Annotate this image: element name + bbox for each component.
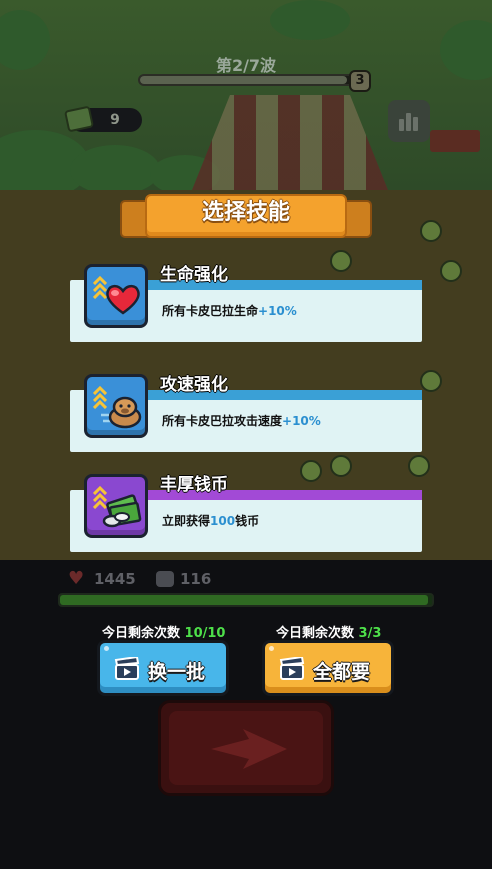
skill-name: 生命强化 bbox=[160, 265, 228, 285]
skill-name: 攻速强化 bbox=[160, 375, 228, 395]
desc-highlight: 100 bbox=[210, 514, 236, 528]
heart-icon: ♥ bbox=[68, 568, 85, 589]
attack-button bbox=[158, 700, 334, 796]
slash-icon bbox=[211, 729, 287, 769]
refresh-button[interactable]: 换一批 bbox=[97, 640, 229, 696]
skill-card-money[interactable]: 丰厚钱币 立即获得100钱币 bbox=[70, 474, 422, 552]
remaining-count: 3/3 bbox=[358, 626, 382, 641]
take-all-button[interactable]: 全都要 bbox=[262, 640, 394, 696]
desc-text: 所有卡皮巴拉生命 bbox=[162, 304, 259, 318]
skill-icon-tile bbox=[84, 264, 148, 328]
hp-value: 1445 bbox=[94, 570, 136, 588]
bar-chart-icon bbox=[406, 113, 411, 131]
stats-button[interactable] bbox=[388, 100, 430, 142]
zombie-enemy bbox=[408, 455, 430, 477]
remaining-count: 10/10 bbox=[184, 626, 226, 641]
money-count: 9 bbox=[110, 112, 120, 128]
hp-bar-fill bbox=[60, 595, 429, 605]
zombie-enemy bbox=[440, 260, 462, 282]
take-all-remaining-label: 今日剩余次数 3/3 bbox=[276, 622, 381, 641]
skill-icon-tile bbox=[84, 474, 148, 538]
attack-button-face bbox=[169, 711, 323, 785]
remaining-text: 今日剩余次数 bbox=[102, 626, 181, 641]
dialog-title: 选择技能 bbox=[201, 200, 290, 225]
bar-chart-icon bbox=[399, 119, 404, 131]
bush bbox=[70, 145, 160, 195]
desc-text: 所有卡皮巴拉攻击速度 bbox=[162, 414, 283, 428]
armor-icon bbox=[156, 571, 174, 587]
desc-suffix: 钱币 bbox=[235, 514, 260, 528]
zombie-enemy bbox=[420, 370, 442, 392]
video-ad-icon bbox=[279, 657, 305, 680]
wave-end-badge: 3 bbox=[349, 70, 371, 92]
remaining-text: 今日剩余次数 bbox=[276, 626, 355, 641]
bush bbox=[270, 0, 350, 40]
button-shine bbox=[269, 646, 274, 651]
armor-value: 116 bbox=[180, 570, 212, 588]
skill-description: 立即获得100钱币 bbox=[162, 512, 259, 529]
skill-card-hp[interactable]: 生命强化 所有卡皮巴拉生命+10% bbox=[70, 264, 422, 342]
zombie-enemy bbox=[330, 455, 352, 477]
wave-label: 第2/7波 bbox=[215, 56, 277, 75]
skill-icon-tile bbox=[84, 374, 148, 438]
bar-chart-icon bbox=[413, 117, 418, 131]
wave-progress-bar bbox=[138, 74, 360, 86]
wooden-sign bbox=[430, 130, 480, 152]
skill-description: 所有卡皮巴拉生命+10% bbox=[162, 302, 297, 319]
skill-card-attack-speed[interactable]: 攻速强化 所有卡皮巴拉攻击速度+10% bbox=[70, 374, 422, 452]
capybara-icon bbox=[101, 396, 142, 429]
skill-description: 所有卡皮巴拉攻击速度+10% bbox=[162, 412, 321, 429]
desc-highlight: +10% bbox=[282, 414, 321, 428]
desc-highlight: +10% bbox=[258, 304, 297, 318]
skill-name: 丰厚钱币 bbox=[160, 475, 228, 495]
video-ad-icon bbox=[114, 657, 140, 680]
refresh-remaining-label: 今日剩余次数 10/10 bbox=[102, 622, 225, 641]
desc-text: 立即获得 bbox=[162, 514, 211, 528]
button-shine bbox=[104, 646, 109, 651]
hp-bar bbox=[58, 593, 434, 607]
take-all-button-label: 全都要 bbox=[313, 661, 371, 683]
heart-icon bbox=[106, 284, 140, 315]
zombie-enemy bbox=[420, 220, 442, 242]
money-stack-icon bbox=[102, 494, 142, 528]
refresh-button-label: 换一批 bbox=[148, 661, 206, 683]
wave-progress-fill bbox=[140, 76, 348, 84]
